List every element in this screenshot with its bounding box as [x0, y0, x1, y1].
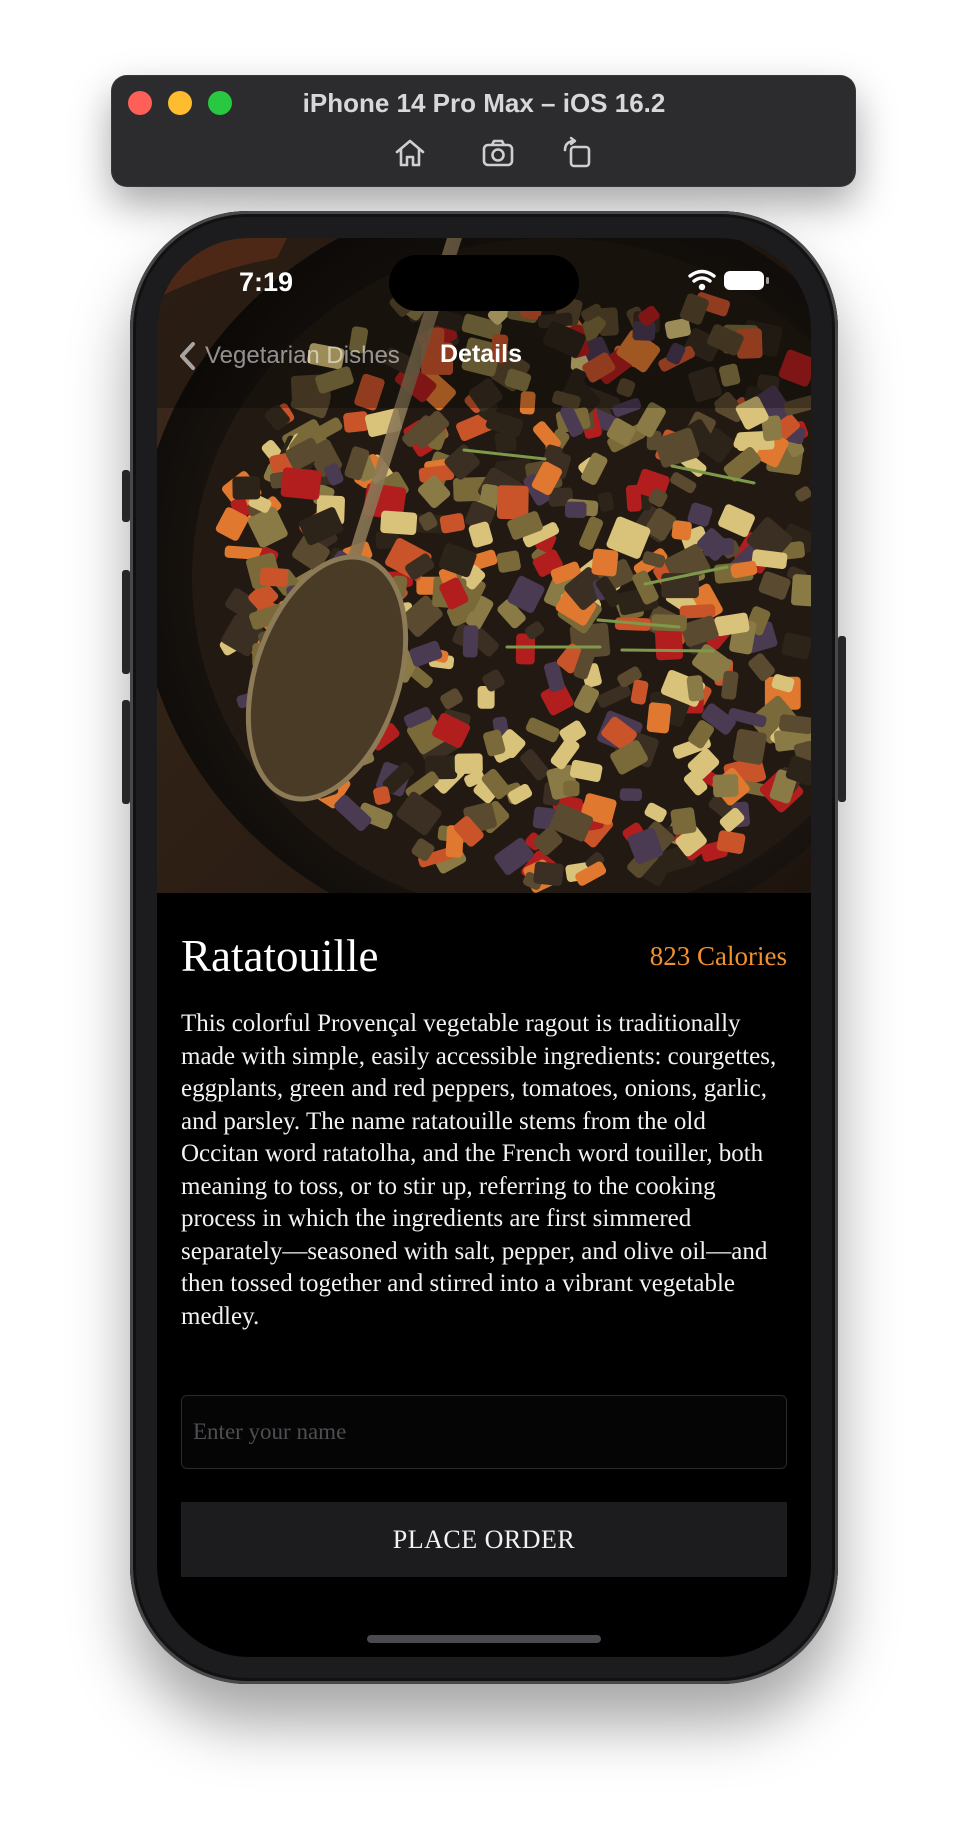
- home-icon[interactable]: [393, 136, 427, 170]
- volume-up-button: [122, 570, 130, 674]
- vegetable-piece: [791, 574, 811, 607]
- vegetable-piece: [625, 484, 642, 512]
- vegetable-piece: [563, 780, 580, 797]
- vegetable-piece: [280, 467, 322, 500]
- vegetable-piece: [496, 550, 521, 573]
- herb-sprig: [620, 648, 715, 653]
- back-button-label: Vegetarian Dishes: [205, 342, 400, 369]
- dynamic-island: [389, 255, 579, 311]
- app-screen: 7:19 Vegetarian Dishes Details Ratatouil…: [157, 238, 811, 1657]
- simulator-title: iPhone 14 Pro Max – iOS 16.2: [302, 88, 666, 118]
- vegetable-piece: [619, 788, 643, 802]
- chevron-left-icon: [180, 342, 195, 370]
- vegetable-piece: [654, 626, 684, 661]
- vegetable-piece: [454, 753, 483, 774]
- name-input[interactable]: [181, 1395, 787, 1469]
- vegetable-piece: [732, 728, 767, 765]
- battery-icon: [724, 271, 769, 290]
- status-time: 7:19: [239, 267, 294, 297]
- action-button: [122, 470, 130, 522]
- vegetable-piece: [651, 614, 687, 632]
- rotate-icon[interactable]: [561, 136, 595, 170]
- dish-description: This colorful Provençal vegetable ragout…: [181, 1010, 777, 1330]
- vegetable-piece: [380, 510, 418, 535]
- vegetable-piece: [259, 567, 289, 587]
- dish-name: Ratatouille: [181, 931, 379, 981]
- vegetable-piece: [462, 625, 479, 658]
- calories-label: 823 Calories: [649, 941, 787, 971]
- status-icons: [688, 269, 769, 291]
- vegetable-piece: [591, 548, 619, 577]
- home-indicator: [367, 1635, 601, 1643]
- power-button: [838, 636, 846, 802]
- vegetable-piece: [496, 485, 529, 520]
- vegetable-piece: [343, 411, 369, 433]
- minimize-window-button[interactable]: [168, 91, 192, 115]
- vegetable-piece: [533, 861, 564, 886]
- back-button[interactable]: Vegetarian Dishes: [177, 336, 400, 376]
- volume-down-button: [122, 700, 130, 804]
- vegetable-piece: [686, 675, 705, 702]
- close-window-button[interactable]: [128, 91, 152, 115]
- simulator-window: iPhone 14 Pro Max – iOS 16.2 7:19 Vegeta…: [0, 0, 968, 1834]
- vegetable-piece: [646, 702, 672, 734]
- screenshot-icon[interactable]: [481, 136, 515, 170]
- vegetable-piece: [712, 774, 739, 798]
- nav-title: Details: [440, 340, 522, 368]
- vegetable-piece: [670, 807, 697, 835]
- zoom-window-button[interactable]: [208, 91, 232, 115]
- vegetable-piece: [232, 476, 261, 500]
- vegetable-piece: [564, 501, 587, 519]
- wifi-icon: [688, 269, 716, 291]
- vegetable-piece: [671, 520, 692, 541]
- place-order-button[interactable]: PLACE ORDER: [181, 1502, 787, 1577]
